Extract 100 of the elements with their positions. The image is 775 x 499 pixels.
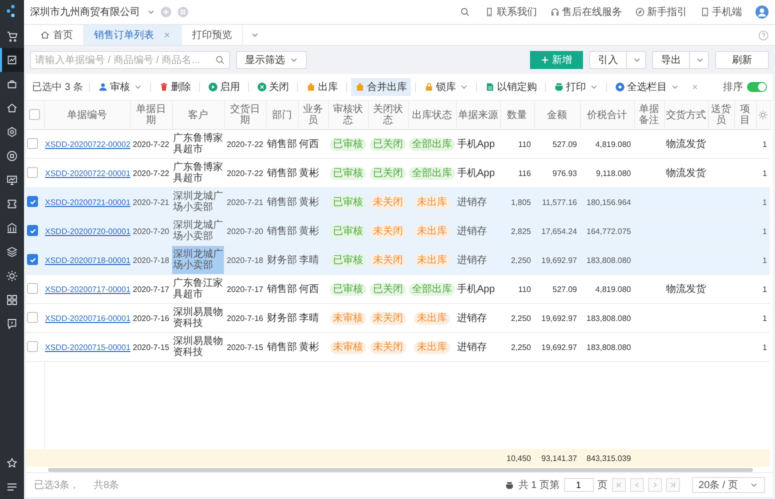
- checkbox[interactable]: [27, 138, 38, 150]
- column-header: 单据编号: [44, 101, 130, 130]
- status-label: 全部出库: [409, 166, 455, 180]
- ticket-icon: [6, 198, 18, 210]
- table-cell: 何西: [298, 274, 328, 304]
- header-link[interactable]: 联系我们: [485, 5, 537, 19]
- headset-icon: [550, 7, 560, 17]
- column-header: 业务员: [298, 101, 328, 130]
- table-cell: 183,808.080: [580, 332, 634, 362]
- company-selector[interactable]: 深圳市九州商贸有限公司: [30, 5, 140, 19]
- total-value: 843,315.039: [586, 454, 631, 462]
- toolbar-button[interactable]: 以销定购: [481, 78, 542, 96]
- tab[interactable]: 销售订单列表: [84, 25, 182, 45]
- toolbar-button[interactable]: 删除: [155, 78, 196, 96]
- settings-icon: [6, 270, 18, 282]
- status-label: 已关闭: [370, 282, 406, 296]
- status-label: 已关闭: [370, 138, 406, 150]
- status-label: 未关闭: [370, 254, 406, 266]
- table-cell: 2,250: [500, 332, 534, 362]
- refresh-button[interactable]: 刷新: [715, 51, 769, 69]
- house-icon: [6, 102, 18, 114]
- settings-icon[interactable]: [758, 110, 768, 120]
- sidebar-item[interactable]: [0, 48, 24, 72]
- action-button[interactable]: 引入: [589, 51, 626, 69]
- close-icon[interactable]: [163, 31, 171, 39]
- search-icon[interactable]: [460, 7, 470, 17]
- toolbar-button[interactable]: 合并出库: [351, 78, 412, 96]
- check-icon: [28, 198, 36, 206]
- table-cell: 1: [756, 246, 770, 274]
- status-label: 未关闭: [370, 312, 406, 324]
- table-cell: 深圳易晨物资科技: [172, 304, 224, 332]
- checkbox[interactable]: [29, 109, 40, 120]
- close-icon[interactable]: [691, 83, 700, 91]
- sort-label: 排序: [723, 80, 743, 94]
- checkbox[interactable]: [27, 225, 38, 236]
- page-input[interactable]: 1: [564, 478, 594, 492]
- table-cell: 2020-7-22: [130, 130, 172, 158]
- bag-icon: [6, 78, 18, 90]
- action-button[interactable]: 导出: [652, 51, 689, 69]
- status-label: 未出库: [414, 196, 450, 208]
- toolbar-button[interactable]: 出库: [302, 78, 342, 96]
- toolbar-button[interactable]: 打印: [550, 78, 602, 96]
- header-link[interactable]: 售后在线服务: [550, 5, 622, 19]
- status-label: 全部出库: [409, 282, 455, 296]
- monitor-icon: [6, 174, 18, 186]
- search-icon: [215, 55, 225, 65]
- toolbar-button[interactable]: 启用: [204, 78, 244, 96]
- status-label: 已关闭: [370, 166, 406, 180]
- table-cell: 1: [756, 304, 770, 332]
- toolbar-button[interactable]: 全选栏目: [611, 78, 684, 96]
- table-cell: 黄彬: [298, 188, 328, 216]
- checkbox[interactable]: [27, 167, 38, 178]
- scrollbar[interactable]: [48, 468, 753, 472]
- table-cell: 2020-7-21: [224, 188, 266, 216]
- table-cell: 2020-7-16: [130, 304, 172, 332]
- help-icon[interactable]: [758, 30, 769, 40]
- first-page-button[interactable]: [612, 478, 626, 492]
- tab[interactable]: 打印预览: [182, 25, 243, 45]
- page-size-select[interactable]: 20条 / 页: [692, 477, 765, 493]
- table-cell: 李晴: [298, 304, 328, 332]
- toolbar-button[interactable]: 锁库: [420, 78, 472, 96]
- printer-icon: [505, 480, 514, 490]
- status-label: 已审核: [330, 224, 366, 238]
- sort-toggle[interactable]: [747, 82, 767, 92]
- table-cell: 手机App: [456, 274, 500, 304]
- last-page-button[interactable]: [666, 478, 680, 492]
- column-header: 客户: [172, 101, 224, 130]
- status-label: 未出库: [414, 312, 450, 324]
- caret-icon: [696, 56, 704, 64]
- order-number-link[interactable]: XSDD-20200716-00001: [45, 314, 130, 322]
- status-label: 未关闭: [370, 196, 406, 208]
- checkbox[interactable]: [27, 341, 38, 352]
- checkbox[interactable]: [27, 283, 38, 294]
- table-cell: 深圳龙城广场小卖部: [172, 246, 224, 274]
- caret-icon[interactable]: [251, 31, 259, 39]
- order-number-link[interactable]: XSDD-20200722-00002: [45, 140, 130, 148]
- table-cell: 4,819.080: [580, 130, 634, 158]
- toolbar-button[interactable]: 审核: [94, 78, 146, 96]
- checkbox[interactable]: [27, 196, 38, 208]
- avatar-icon[interactable]: [755, 5, 769, 19]
- table-cell: 销售部: [266, 274, 298, 304]
- toolbar-button[interactable]: 关闭: [253, 78, 294, 96]
- filter-button[interactable]: 显示筛选: [236, 51, 307, 69]
- order-number-link[interactable]: XSDD-20200722-00001: [45, 168, 130, 178]
- table-cell: 进销存: [456, 304, 500, 332]
- column-header: 关闭状态: [368, 101, 408, 130]
- table-cell: 164,772.075: [580, 216, 634, 246]
- checkbox[interactable]: [27, 254, 38, 266]
- selected-count: 已选3条，: [34, 478, 80, 492]
- total-value: 93,141.37: [541, 454, 577, 462]
- table-cell: 183,808.080: [580, 304, 634, 332]
- order-number-link[interactable]: XSDD-20200717-00001: [45, 284, 130, 294]
- checkbox[interactable]: [27, 312, 38, 324]
- order-number-link[interactable]: XSDD-20200715-00001: [45, 342, 130, 352]
- table-cell: 17,654.24: [534, 216, 580, 246]
- header-link[interactable]: 新手指引: [635, 5, 687, 19]
- column-header: 送货员: [708, 101, 734, 130]
- table-cell: 4,819.080: [580, 274, 634, 304]
- header-link[interactable]: 手机端: [700, 5, 742, 19]
- table-cell: 物流发货: [666, 284, 706, 294]
